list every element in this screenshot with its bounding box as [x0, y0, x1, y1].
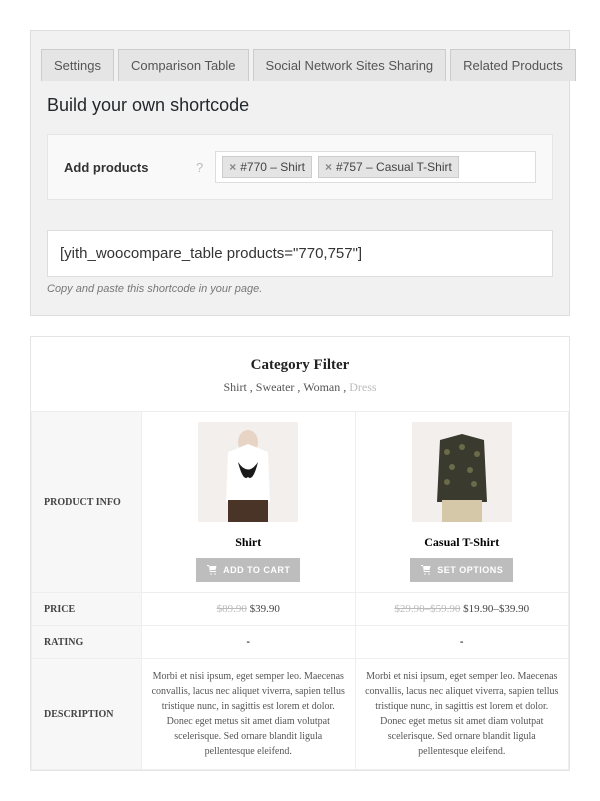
compare-preview: Category Filter Shirt , Sweater , Woman … [30, 336, 570, 771]
cart-icon [420, 564, 432, 576]
add-products-field: Add products ? × #770 – Shirt × #757 – C… [47, 134, 553, 200]
product-name: Shirt [150, 535, 347, 550]
tab-related[interactable]: Related Products [450, 49, 576, 81]
field-label: Add products [64, 160, 184, 175]
category-link-dim[interactable]: Dress [346, 380, 376, 394]
cart-icon [206, 564, 218, 576]
add-to-cart-button[interactable]: ADD TO CART [196, 558, 300, 582]
products-tag-input[interactable]: × #770 – Shirt × #757 – Casual T-Shirt [215, 151, 536, 183]
product-tag: × #757 – Casual T-Shirt [318, 156, 459, 178]
tab-comparison[interactable]: Comparison Table [118, 49, 249, 81]
tab-social[interactable]: Social Network Sites Sharing [253, 49, 447, 81]
category-filter-title: Category Filter [31, 357, 569, 374]
product-tag: × #770 – Shirt [222, 156, 312, 178]
settings-panel: Settings Comparison Table Social Network… [30, 30, 570, 316]
row-header-info: PRODUCT INFO [32, 412, 142, 593]
help-icon[interactable]: ? [196, 160, 203, 175]
shortcode-output[interactable]: [yith_woocompare_table products="770,757… [47, 230, 553, 277]
product-image[interactable] [198, 422, 298, 522]
row-header-price: PRICE [32, 593, 142, 626]
price-new: $19.90–$39.90 [460, 603, 529, 615]
button-label: ADD TO CART [223, 565, 290, 575]
shortcode-hint: Copy and paste this shortcode in your pa… [47, 283, 553, 295]
row-header-description: DESCRIPTION [32, 659, 142, 770]
tag-remove-icon[interactable]: × [325, 160, 332, 174]
row-header-rating: RATING [32, 626, 142, 659]
product-info-cell: Shirt ADD TO CART [142, 412, 356, 593]
product-info-cell: Casual T-Shirt SET OPTIONS [355, 412, 569, 593]
description-cell: Morbi et nisi ipsum, eget semper leo. Ma… [355, 659, 569, 770]
tab-settings[interactable]: Settings [41, 49, 114, 81]
price-cell: $29.90–$59.90 $19.90–$39.90 [355, 593, 569, 626]
rating-cell: - [355, 626, 569, 659]
category-link-list[interactable]: Shirt , Sweater , Woman , [223, 380, 346, 394]
price-cell: $89.90 $39.90 [142, 593, 356, 626]
product-name: Casual T-Shirt [364, 535, 561, 550]
tag-label: #757 – Casual T-Shirt [336, 160, 452, 174]
button-label: SET OPTIONS [437, 565, 503, 575]
description-cell: Morbi et nisi ipsum, eget semper leo. Ma… [142, 659, 356, 770]
price-new: $39.90 [247, 603, 280, 615]
category-filter-links[interactable]: Shirt , Sweater , Woman , Dress [31, 380, 569, 395]
price-old: $89.90 [217, 603, 247, 615]
tag-remove-icon[interactable]: × [229, 160, 236, 174]
rating-cell: - [142, 626, 356, 659]
set-options-button[interactable]: SET OPTIONS [410, 558, 513, 582]
product-image[interactable] [412, 422, 512, 522]
tag-label: #770 – Shirt [240, 160, 305, 174]
tabs: Settings Comparison Table Social Network… [31, 31, 569, 81]
section-title: Build your own shortcode [31, 81, 569, 134]
compare-table: PRODUCT INFO Shirt ADD TO CART [31, 411, 569, 770]
price-old: $29.90–$59.90 [394, 603, 460, 615]
